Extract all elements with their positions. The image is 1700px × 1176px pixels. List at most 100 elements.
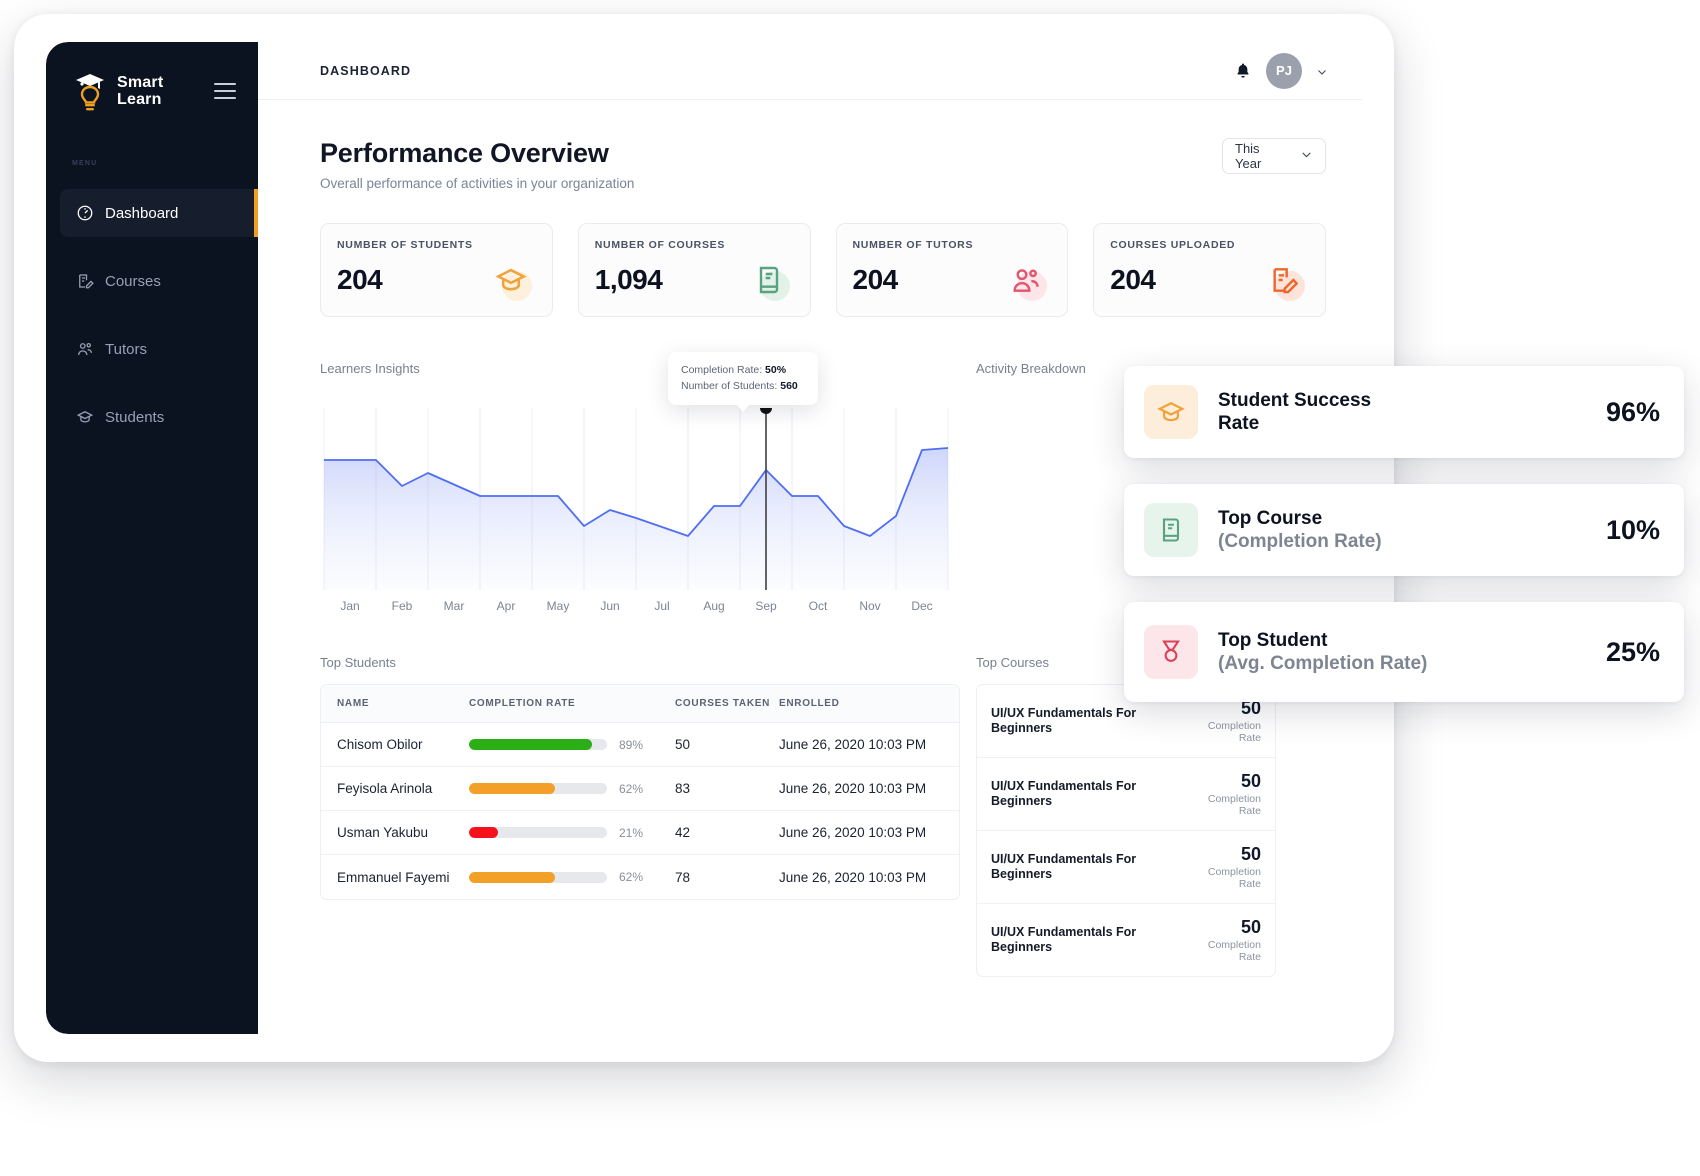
avatar[interactable]: PJ: [1266, 53, 1302, 89]
progress-pct: 62%: [619, 782, 643, 796]
table-row[interactable]: Emmanuel Fayemi 62% 78 June 26, 2020 10:…: [321, 855, 959, 899]
insight-card-text: Top Student (Avg. Completion Rate): [1218, 629, 1586, 675]
gauge-icon: [76, 204, 94, 222]
x-tick: Sep: [740, 599, 792, 613]
stat-label: NUMBER OF STUDENTS: [337, 239, 534, 251]
book-icon: [1144, 503, 1198, 557]
bottom-row: Top Students NAME COMPLETION RATE COURSE…: [320, 655, 1326, 977]
course-name: UI/UX Fundamentals For Beginners: [991, 852, 1188, 882]
sidebar-item-students[interactable]: Students: [60, 393, 258, 441]
stat-value: 204: [1110, 264, 1155, 296]
insight-card-text: Top Course (Completion Rate): [1218, 507, 1586, 553]
cell-name: Feyisola Arinola: [321, 781, 469, 796]
learners-insights-panel: Learners Insights: [320, 361, 960, 613]
graduation-cap-icon: [488, 257, 534, 303]
graduation-cap-icon: [1144, 385, 1198, 439]
sidebar-item-label: Courses: [105, 273, 161, 290]
page-title: Performance Overview: [320, 138, 634, 169]
course-name: UI/UX Fundamentals For Beginners: [991, 706, 1188, 736]
cell-courses-taken: 50: [675, 737, 779, 752]
stat-value: 1,094: [595, 264, 663, 296]
period-select[interactable]: This Year: [1222, 138, 1326, 174]
sidebar-item-label: Dashboard: [105, 205, 178, 222]
learners-insights-label: Learners Insights: [320, 361, 960, 376]
column-header-rate: COMPLETION RATE: [469, 698, 675, 709]
medal-icon: [1144, 625, 1198, 679]
stat-value: 204: [337, 264, 382, 296]
cell-name: Usman Yakubu: [321, 825, 469, 840]
course-name: UI/UX Fundamentals For Beginners: [991, 925, 1188, 955]
tooltip-row-1: Completion Rate: 50%: [681, 362, 805, 378]
cell-enrolled: June 26, 2020 10:03 PM: [779, 870, 959, 885]
brand-line-1: Smart: [117, 74, 163, 91]
cell-courses-taken: 78: [675, 870, 779, 885]
insight-card-top-course[interactable]: Top Course (Completion Rate) 10%: [1124, 484, 1684, 576]
course-value: 50: [1188, 917, 1261, 938]
tooltip-label-1: Completion Rate:: [681, 364, 762, 376]
learners-chart[interactable]: Completion Rate: 50% Number of Students:…: [320, 408, 952, 590]
topbar-actions: PJ: [1234, 53, 1328, 89]
table-header-row: NAME COMPLETION RATE COURSES TAKEN ENROL…: [321, 685, 959, 723]
table-row[interactable]: Usman Yakubu 21% 42 June 26, 2020 10:03 …: [321, 811, 959, 855]
x-tick: Jul: [636, 599, 688, 613]
top-students-table: NAME COMPLETION RATE COURSES TAKEN ENROL…: [320, 684, 960, 900]
insight-card-top-student[interactable]: Top Student (Avg. Completion Rate) 25%: [1124, 602, 1684, 702]
stat-card-tutors[interactable]: NUMBER OF TUTORS 204: [836, 223, 1069, 317]
list-item[interactable]: UI/UX Fundamentals For Beginners 50 Comp…: [977, 831, 1275, 904]
menu-section-label: MENU: [46, 112, 258, 167]
course-name: UI/UX Fundamentals For Beginners: [991, 779, 1188, 809]
sidebar-item-courses[interactable]: Courses: [60, 257, 258, 305]
sidebar-item-dashboard[interactable]: Dashboard: [60, 189, 258, 237]
stat-label: COURSES UPLOADED: [1110, 239, 1307, 251]
graduation-cap-icon: [76, 408, 94, 426]
sidebar-item-label: Students: [105, 409, 164, 426]
list-item[interactable]: UI/UX Fundamentals For Beginners 50 Comp…: [977, 758, 1275, 831]
notification-bell-icon[interactable]: [1234, 61, 1252, 81]
top-courses-card: UI/UX Fundamentals For Beginners 50 Comp…: [976, 684, 1276, 977]
list-item[interactable]: UI/UX Fundamentals For Beginners 50 Comp…: [977, 904, 1275, 976]
insight-card-text: Student Success Rate: [1218, 389, 1586, 435]
cell-completion-rate: 62%: [469, 782, 675, 796]
logo[interactable]: Smart Learn: [70, 70, 163, 112]
stat-card-courses[interactable]: NUMBER OF COURSES 1,094: [578, 223, 811, 317]
course-caption: Completion Rate: [1188, 939, 1261, 963]
chart-tooltip: Completion Rate: 50% Number of Students:…: [668, 352, 818, 405]
cell-enrolled: June 26, 2020 10:03 PM: [779, 781, 959, 796]
insight-card-value: 96%: [1606, 397, 1660, 428]
stat-card-uploaded[interactable]: COURSES UPLOADED 204: [1093, 223, 1326, 317]
cell-courses-taken: 42: [675, 825, 779, 840]
cell-completion-rate: 21%: [469, 826, 675, 840]
top-students-panel: Top Students NAME COMPLETION RATE COURSE…: [320, 655, 960, 977]
stat-card-students[interactable]: NUMBER OF STUDENTS 204: [320, 223, 553, 317]
page-breadcrumb: DASHBOARD: [320, 64, 411, 78]
page-subtitle: Overall performance of activities in you…: [320, 176, 634, 191]
chevron-down-icon[interactable]: [1316, 65, 1328, 77]
column-header-name: NAME: [321, 698, 469, 709]
insight-card-title: Top Course: [1218, 507, 1586, 530]
page-header: Performance Overview Overall performance…: [320, 138, 1326, 191]
sidebar-item-tutors[interactable]: Tutors: [60, 325, 258, 373]
brand-line-2: Learn: [117, 91, 162, 108]
graduation-bulb-logo-icon: [70, 70, 110, 112]
x-tick: Oct: [792, 599, 844, 613]
screenshot-root: Smart Learn MENU: [0, 0, 1700, 1176]
course-value: 50: [1188, 771, 1261, 792]
table-row[interactable]: Chisom Obilor 89% 50 June 26, 2020 10:03…: [321, 723, 959, 767]
progress-bar: [469, 872, 607, 883]
course-metric: 50 Completion Rate: [1188, 698, 1261, 744]
insight-card-student-success[interactable]: Student Success Rate 96%: [1124, 366, 1684, 458]
course-caption: Completion Rate: [1188, 793, 1261, 817]
chevron-down-icon: [1300, 148, 1313, 164]
course-value: 50: [1188, 844, 1261, 865]
tooltip-row-2: Number of Students: 560: [681, 378, 805, 394]
table-row[interactable]: Feyisola Arinola 62% 83 June 26, 2020 10…: [321, 767, 959, 811]
progress-pct: 21%: [619, 826, 643, 840]
x-tick: Jun: [584, 599, 636, 613]
stat-cards: NUMBER OF STUDENTS 204: [320, 223, 1326, 317]
book-icon: [746, 257, 792, 303]
hamburger-menu-icon[interactable]: [214, 78, 236, 104]
decorative-noise: [1528, 0, 1700, 1176]
insight-card-subtitle: (Avg. Completion Rate): [1218, 652, 1433, 675]
note-edit-icon: [76, 272, 94, 290]
cell-completion-rate: 89%: [469, 738, 675, 752]
